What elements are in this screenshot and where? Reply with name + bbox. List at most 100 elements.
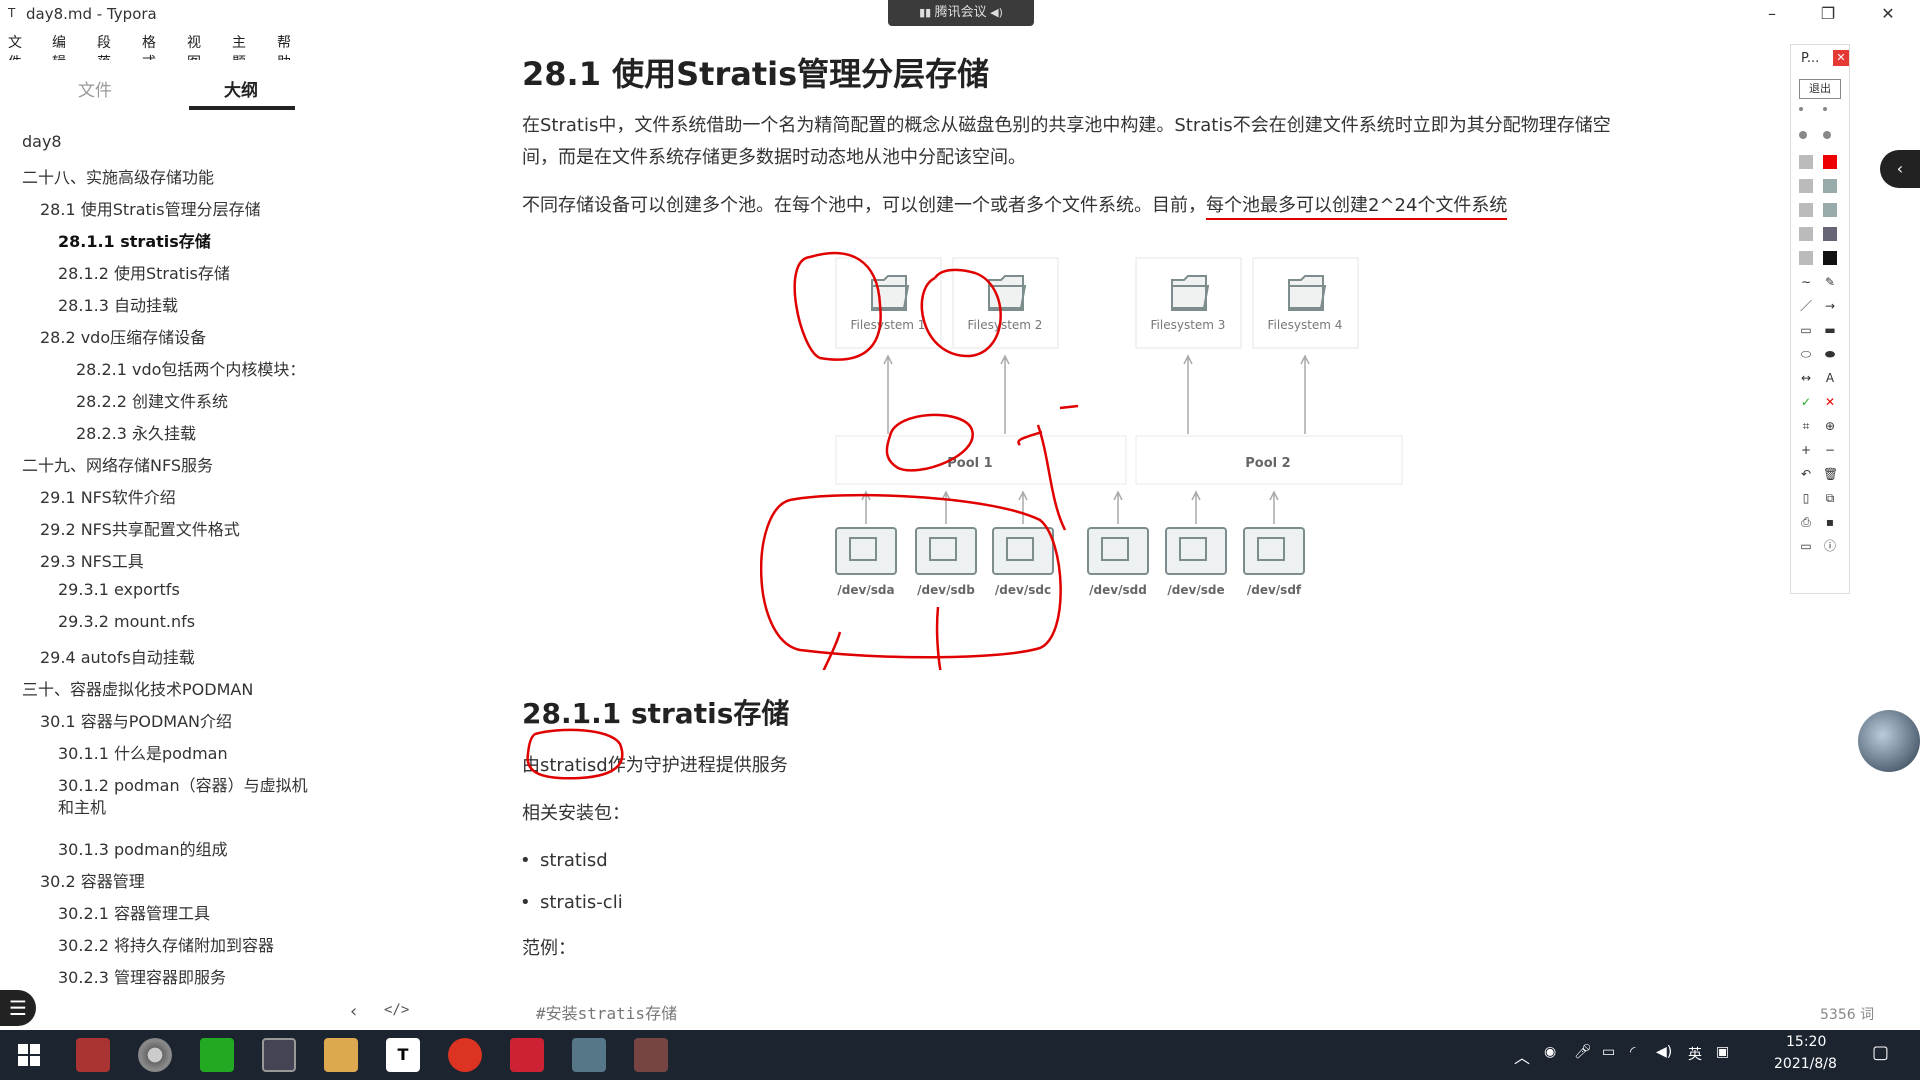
dot-small-icon[interactable] <box>1799 107 1803 111</box>
notification-icon[interactable]: ▢ <box>1872 1042 1889 1063</box>
double-arrow-icon[interactable]: ↔ <box>1799 371 1813 385</box>
volume-icon[interactable]: ◀) <box>1656 1044 1672 1060</box>
freehand-icon[interactable]: ∼ <box>1799 275 1813 289</box>
minimize-button[interactable]: – <box>1752 2 1792 26</box>
taskbar-app-icon[interactable] <box>76 1038 110 1072</box>
sidebar-outline-item[interactable]: 30.1 容器与PODMAN介绍 <box>40 708 232 732</box>
sidebar-outline-item[interactable]: 28.2.1 vdo包括两个内核模块： <box>76 356 305 380</box>
color-red-icon[interactable] <box>1823 155 1837 169</box>
sidebar-outline-item[interactable]: 30.1.2 podman（容器）与虚拟机 <box>58 772 308 796</box>
undo-icon[interactable]: ↶ <box>1799 467 1813 481</box>
meeting-badge[interactable]: ▮▮ 腾讯会议 ◀) <box>888 0 1034 26</box>
check-icon[interactable]: ✓ <box>1799 395 1813 409</box>
plus-icon[interactable]: + <box>1799 443 1813 457</box>
save-icon[interactable]: ▪ <box>1823 515 1837 529</box>
sidebar-outline-item[interactable]: 29.2 NFS共享配置文件格式 <box>40 516 240 540</box>
tool-panel-close-button[interactable]: ✕ <box>1833 50 1849 66</box>
dot-xlarge-icon[interactable] <box>1823 131 1831 139</box>
netease-music-icon[interactable] <box>448 1038 482 1072</box>
filled-ellipse-icon[interactable]: ⬬ <box>1823 347 1837 361</box>
color-gray-icon[interactable] <box>1823 179 1837 193</box>
copy-icon[interactable]: ⧉ <box>1823 491 1837 505</box>
tool-app-icon[interactable] <box>634 1038 668 1072</box>
sidebar-outline-item[interactable]: 28.2.2 创建文件系统 <box>76 388 228 412</box>
color-black-icon[interactable] <box>1823 251 1837 265</box>
tool-panel-exit-button[interactable]: 退出 <box>1799 79 1841 99</box>
sidebar-outline-item[interactable]: 28.1.2 使用Stratis存储 <box>58 260 230 284</box>
sidebar-outline-item[interactable]: 30.2 容器管理 <box>40 868 145 892</box>
close-button[interactable]: ✕ <box>1868 2 1908 26</box>
dot-medium-icon[interactable] <box>1823 107 1827 111</box>
sidebar-outline-item[interactable]: 和主机 <box>58 794 106 818</box>
window-icon[interactable]: ▭ <box>1799 539 1813 553</box>
ellipse-icon[interactable]: ⬭ <box>1799 347 1813 361</box>
dot-large-icon[interactable] <box>1799 131 1807 139</box>
sidebar-outline-item[interactable]: 29.4 autofs自动挂载 <box>40 644 195 668</box>
tab-outline[interactable]: 大纲 <box>224 76 258 101</box>
sidebar-outline-item[interactable]: 29.3.2 mount.nfs <box>58 612 195 631</box>
sidebar-outline-item[interactable]: 30.2.3 管理容器即服务 <box>58 964 226 988</box>
tray-chevron-icon[interactable]: ︿ <box>1514 1044 1530 1068</box>
battery-icon[interactable]: ▭ <box>1602 1044 1615 1060</box>
print-icon[interactable]: ⎙ <box>1799 515 1813 529</box>
sidebar-outline-item[interactable]: 28.1.1 stratis存储 <box>58 228 211 252</box>
maximize-button[interactable]: ❐ <box>1808 2 1848 26</box>
wechat-icon[interactable] <box>200 1038 234 1072</box>
sidebar-outline-item[interactable]: 29.1 NFS软件介绍 <box>40 484 176 508</box>
sidebar-outline-item[interactable]: 30.1.3 podman的组成 <box>58 836 228 860</box>
app-icon-red[interactable] <box>510 1038 544 1072</box>
info-icon[interactable]: ⓘ <box>1823 539 1837 553</box>
sidebar-outline-item[interactable]: 二十八、实施高级存储功能 <box>22 164 214 188</box>
color-gradient-icon[interactable] <box>1799 227 1813 241</box>
sidebar-outline-item[interactable]: 二十九、网络存储NFS服务 <box>22 452 213 476</box>
arrow-icon[interactable]: → <box>1823 299 1837 313</box>
color-darkgray-icon[interactable] <box>1823 227 1837 241</box>
sidebar-outline-item[interactable]: 28.1.3 自动挂载 <box>58 292 178 316</box>
eraser-icon[interactable]: ✎ <box>1823 275 1837 289</box>
chrome-icon[interactable] <box>138 1038 172 1072</box>
color-gradient-icon[interactable] <box>1799 251 1813 265</box>
crop-icon[interactable]: ⌗ <box>1799 419 1813 433</box>
filled-rectangle-icon[interactable]: ▬ <box>1823 323 1837 337</box>
line-icon[interactable]: ／ <box>1799 299 1813 313</box>
color-gradient-icon[interactable] <box>1799 203 1813 217</box>
ime-indicator[interactable]: 英 <box>1688 1044 1702 1064</box>
right-panel-toggle-icon[interactable]: ‹ <box>1880 150 1920 188</box>
sidebar-outline-item[interactable]: 三十、容器虚拟化技术PODMAN <box>22 676 253 700</box>
sidebar-outline-item[interactable]: 30.1.1 什么是podman <box>58 740 228 764</box>
clock-date[interactable]: 2021/8/8 <box>1774 1056 1837 1072</box>
sidebar-outline-item[interactable]: 30.2.2 将持久存储附加到容器 <box>58 932 274 956</box>
avatar[interactable] <box>1858 710 1920 772</box>
word-count[interactable]: 5356 词 <box>1820 1004 1874 1024</box>
new-page-icon[interactable]: ▯ <box>1799 491 1813 505</box>
minus-icon[interactable]: − <box>1823 443 1837 457</box>
color-gradient-icon[interactable] <box>1799 179 1813 193</box>
sidebar-outline-item[interactable]: 28.2.3 永久挂载 <box>76 420 196 444</box>
cross-icon[interactable]: ✕ <box>1823 395 1837 409</box>
text-icon[interactable]: A <box>1823 371 1837 385</box>
sidebar-outline-item[interactable]: day8 <box>22 132 62 151</box>
tab-files[interactable]: 文件 <box>78 76 112 101</box>
sidebar-outline-item[interactable]: 30.2.1 容器管理工具 <box>58 900 210 924</box>
outline-toggle-icon[interactable]: ☰ <box>0 990 36 1026</box>
rectangle-icon[interactable]: ▭ <box>1799 323 1813 337</box>
color-gray-icon[interactable] <box>1823 203 1837 217</box>
sidebar-outline-item[interactable]: 28.2 vdo压缩存储设备 <box>40 324 206 348</box>
file-explorer-icon[interactable] <box>324 1038 358 1072</box>
sidebar-outline-item[interactable]: 29.3.1 exportfs <box>58 580 180 599</box>
tray-security-icon[interactable]: ▣ <box>1716 1044 1729 1060</box>
trash-icon[interactable]: 🗑︎ <box>1823 467 1838 481</box>
sidebar-collapse-icon[interactable]: ‹ <box>350 1001 357 1022</box>
microphone-icon[interactable]: 🎤︎ <box>1574 1044 1592 1060</box>
virtual-desktop-icon[interactable] <box>262 1038 296 1072</box>
zoom-icon[interactable]: ⊕ <box>1823 419 1837 433</box>
sidebar-outline-item[interactable]: 29.3 NFS工具 <box>40 548 144 572</box>
typora-taskbar-icon[interactable]: T <box>386 1038 420 1072</box>
windows-start-icon[interactable] <box>18 1044 40 1066</box>
clock-time[interactable]: 15:20 <box>1786 1034 1826 1050</box>
source-mode-icon[interactable]: </> <box>384 1002 409 1018</box>
sidebar-outline-item[interactable]: 28.1 使用Stratis管理分层存储 <box>40 196 261 220</box>
color-gradient-icon[interactable] <box>1799 155 1813 169</box>
network-icon[interactable]: ◜ <box>1630 1044 1635 1060</box>
photo-app-icon[interactable] <box>572 1038 606 1072</box>
